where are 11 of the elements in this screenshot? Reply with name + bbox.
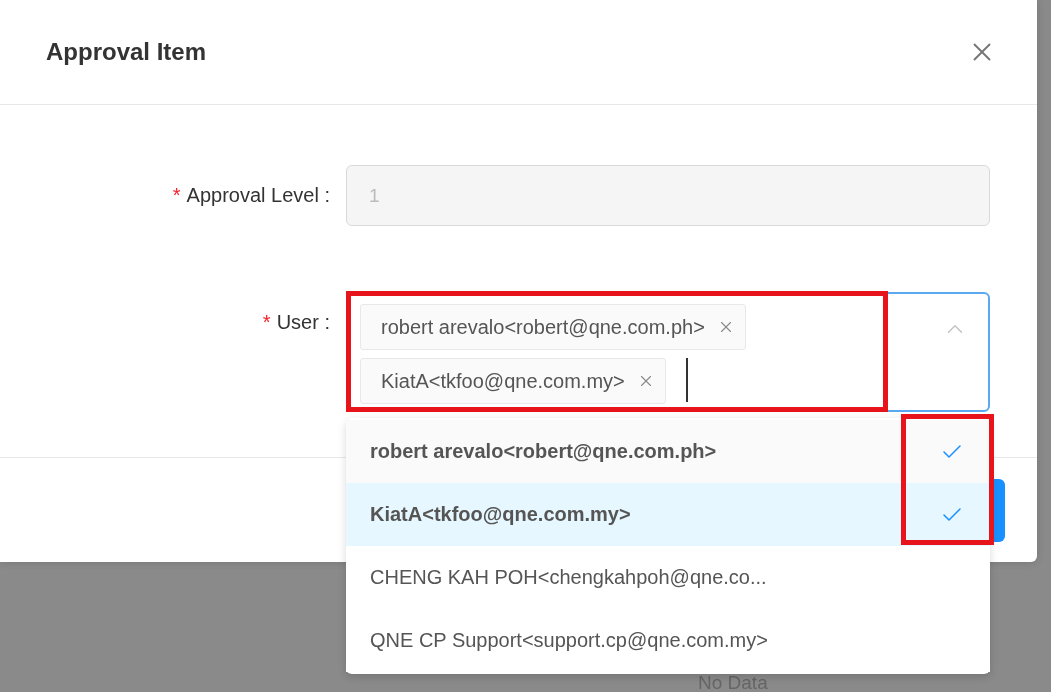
dropdown-option[interactable]: robert arevalo<robert@qne.com.ph>	[346, 420, 990, 483]
dropdown-option[interactable]: QNE CP Support<support.cp@qne.com.my>	[346, 609, 990, 672]
dropdown-option[interactable]: KiatA<tkfoo@qne.com.my>	[346, 483, 990, 546]
user-tag: KiatA<tkfoo@qne.com.my>	[360, 358, 666, 404]
user-tag: robert arevalo<robert@qne.com.ph>	[360, 304, 746, 350]
field-label: Approval Level :	[186, 185, 330, 205]
modal-title: Approval Item	[46, 38, 207, 66]
required-mark: *	[262, 312, 271, 332]
required-mark: *	[172, 185, 181, 205]
dropdown-option[interactable]: CHENG KAH POH<chengkahpoh@qne.co...	[346, 546, 990, 609]
field-label: User :	[276, 312, 330, 332]
